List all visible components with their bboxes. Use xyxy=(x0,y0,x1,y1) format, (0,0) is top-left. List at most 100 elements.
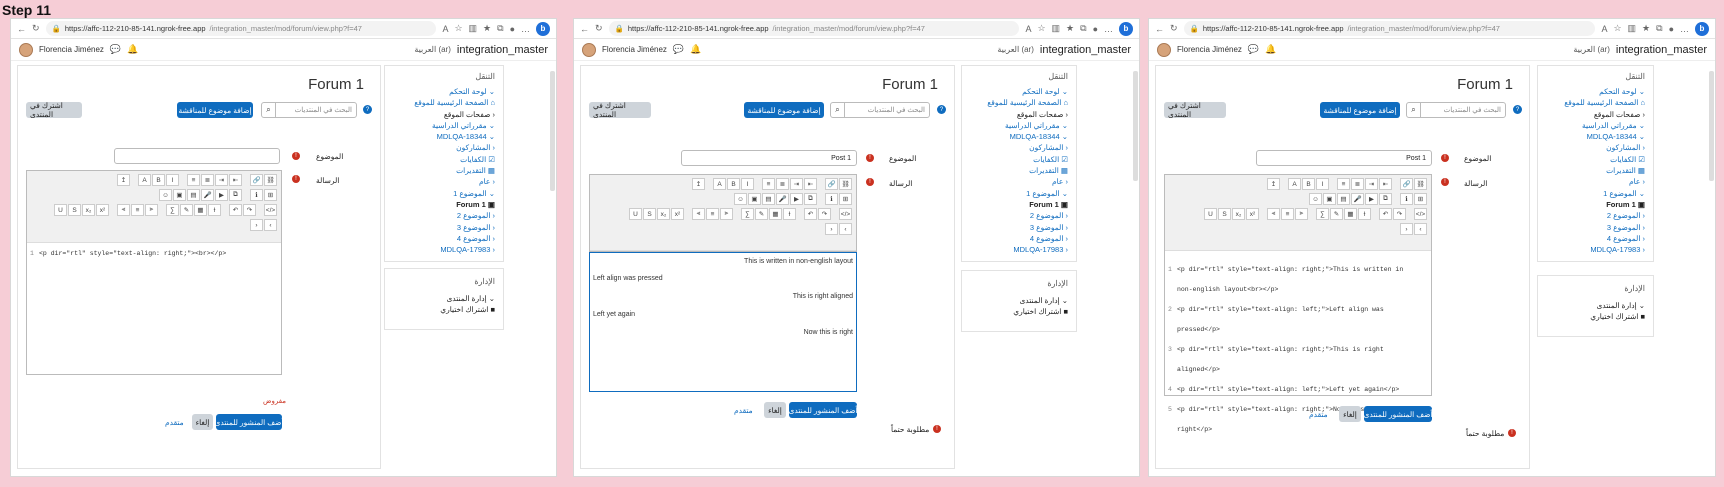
edit-icon[interactable]: ✎ xyxy=(755,208,768,220)
content-line[interactable]: Left yet again xyxy=(593,311,635,318)
more-icon[interactable]: … xyxy=(1680,24,1689,34)
microphone-icon[interactable]: 🎤 xyxy=(201,189,214,201)
more-icon[interactable]: … xyxy=(1104,24,1113,34)
italic-icon[interactable]: I xyxy=(166,174,179,186)
nav-item[interactable]: الموضوع 3 › xyxy=(987,222,1068,233)
bing-icon[interactable]: b xyxy=(536,21,550,36)
user-name[interactable]: Florencia Jiménez xyxy=(39,45,104,54)
chevron-left-icon[interactable]: ‹ xyxy=(264,219,277,231)
font-size-icon[interactable]: A xyxy=(138,174,151,186)
nav-item[interactable]: الموضوع 1 ⌄ xyxy=(1564,188,1645,199)
read-aloud-icon[interactable]: A xyxy=(442,24,448,34)
site-name[interactable]: integration_master xyxy=(1616,44,1707,56)
superscript-icon[interactable]: x² xyxy=(96,204,109,216)
indent-icon[interactable]: ⇥ xyxy=(790,178,803,190)
copy-icon[interactable]: ⧉ xyxy=(229,189,242,201)
nav-item[interactable]: MDLQA-17983 › xyxy=(1564,244,1645,255)
subscript-icon[interactable]: x₂ xyxy=(657,208,670,220)
source-line[interactable]: pressed</p> xyxy=(1177,326,1220,333)
subscribe-button[interactable]: اشترك في المنتدى xyxy=(589,101,651,119)
content-line[interactable]: Now this is right xyxy=(804,329,853,336)
add-topic-button[interactable]: إضافة موضوع للمناقشة xyxy=(744,102,824,118)
align-left-icon[interactable]: ⫷ xyxy=(692,208,705,220)
nav-item[interactable]: صفحات الموقع › xyxy=(414,109,495,120)
chevron-left-icon[interactable]: ‹ xyxy=(1414,223,1427,235)
align-center-icon[interactable]: ≡ xyxy=(1281,208,1294,220)
numbered-list-icon[interactable]: ≣ xyxy=(201,174,214,186)
source-line[interactable]: non-english layout<br></p> xyxy=(1177,286,1278,293)
subscript-icon[interactable]: x₂ xyxy=(82,204,95,216)
url-field[interactable]: 🔒 https://affc-112-210-85-141.ngrok-free.… xyxy=(1183,21,1596,36)
favorite-icon[interactable]: ☆ xyxy=(454,23,462,34)
media-icon[interactable]: ▤ xyxy=(762,193,775,205)
source-code-view[interactable]: 1 <p dir="rtl" style="text-align: right;"… xyxy=(1168,255,1403,455)
nav-item[interactable]: المشاركون › xyxy=(414,142,495,153)
help-icon[interactable]: ? xyxy=(1513,105,1522,114)
nav-item[interactable]: الموضوع 2 › xyxy=(987,210,1068,221)
subscribe-button[interactable]: اشترك في المنتدى xyxy=(1164,101,1226,119)
nav-item[interactable]: المشاركون › xyxy=(1564,142,1645,153)
table-icon[interactable]: ▦ xyxy=(769,208,782,220)
language-menu[interactable]: العربية (ar) xyxy=(1573,45,1610,54)
add-topic-button[interactable]: إضافة موضوع للمناقشة xyxy=(177,102,253,118)
nav-item[interactable]: الموضوع 2 › xyxy=(414,210,495,221)
redo-icon[interactable]: ↷ xyxy=(243,204,256,216)
admin-item[interactable]: اشتراك اختياري ■ xyxy=(1590,311,1645,322)
back-icon[interactable]: ← xyxy=(17,24,26,34)
avatar[interactable] xyxy=(19,42,33,57)
edit-icon[interactable]: ✎ xyxy=(1330,208,1343,220)
grid-icon[interactable]: ⊞ xyxy=(264,189,277,201)
messages-icon[interactable]: 💬 xyxy=(1248,44,1259,55)
help-icon[interactable]: ? xyxy=(937,105,946,114)
indent-icon[interactable]: ⇥ xyxy=(215,174,228,186)
link-icon[interactable]: 🔗 xyxy=(825,178,838,190)
html-icon[interactable]: </> xyxy=(839,208,852,220)
clear-format-icon[interactable]: Ɨ xyxy=(1358,208,1371,220)
user-name[interactable]: Florencia Jiménez xyxy=(602,45,667,54)
scrollbar[interactable] xyxy=(1709,71,1714,181)
microphone-icon[interactable]: 🎤 xyxy=(776,193,789,205)
refresh-icon[interactable]: ↻ xyxy=(1170,23,1178,34)
admin-item[interactable]: اشتراك اختياري ■ xyxy=(440,304,495,315)
cancel-button[interactable]: إلغاء xyxy=(192,414,213,430)
nav-item[interactable]: الكفايات ☑ xyxy=(1564,154,1645,165)
nav-item[interactable]: الموضوع 1 ⌄ xyxy=(987,188,1068,199)
underline-icon[interactable]: U xyxy=(1204,208,1217,220)
chevron-left-icon[interactable]: ‹ xyxy=(839,223,852,235)
read-aloud-icon[interactable]: A xyxy=(1025,24,1031,34)
link-icon[interactable]: 🔗 xyxy=(1400,178,1413,190)
collections-icon[interactable]: ⧉ xyxy=(497,23,503,34)
profile-icon[interactable]: ● xyxy=(510,24,515,34)
nav-item[interactable]: الموضوع 3 › xyxy=(1564,222,1645,233)
split-screen-icon[interactable]: ▥ xyxy=(1628,23,1637,34)
bing-icon[interactable]: b xyxy=(1119,21,1133,36)
subject-input[interactable]: Post 1 xyxy=(681,150,857,166)
chevron-down-icon[interactable]: ↥ xyxy=(1267,178,1280,190)
nav-item[interactable]: الصفحة الرئيسية للموقع ⌂ xyxy=(414,97,495,108)
chevron-down-icon[interactable]: ↥ xyxy=(692,178,705,190)
search-input[interactable]: البحث في المنتديات xyxy=(276,106,356,114)
nav-item[interactable]: التقديرات ▦ xyxy=(1564,165,1645,176)
back-icon[interactable]: ← xyxy=(580,24,589,34)
html-icon[interactable]: </> xyxy=(264,204,277,216)
post-to-forum-button[interactable]: أضف المنشور للمنتدى xyxy=(1364,406,1433,422)
align-left-icon[interactable]: ⫷ xyxy=(117,204,130,216)
subscript-icon[interactable]: x₂ xyxy=(1232,208,1245,220)
search-input[interactable]: البحث في المنتديات xyxy=(845,106,929,114)
grid-icon[interactable]: ⊞ xyxy=(1414,193,1427,205)
notifications-icon[interactable]: 🔔 xyxy=(127,44,138,55)
source-line[interactable]: <p dir="rtl" style="text-align: left;">L… xyxy=(1177,386,1399,393)
chevron-right-icon[interactable]: › xyxy=(825,223,838,235)
nav-item[interactable]: الصفحة الرئيسية للموقع ⌂ xyxy=(987,97,1068,108)
cancel-button[interactable]: إلغاء xyxy=(1339,406,1361,422)
unlink-icon[interactable]: ⛓ xyxy=(1414,178,1427,190)
nav-item[interactable]: الموضوع 4 › xyxy=(1564,233,1645,244)
scrollbar[interactable] xyxy=(1133,71,1138,181)
nav-item[interactable]: المشاركون › xyxy=(987,142,1068,153)
source-line[interactable]: aligned</p> xyxy=(1177,366,1220,373)
nav-item[interactable]: MDLQA-18344 ⌄ xyxy=(1564,131,1645,142)
video-icon[interactable]: ▶ xyxy=(215,189,228,201)
image-icon[interactable]: ▣ xyxy=(748,193,761,205)
post-to-forum-button[interactable]: أضف المنشور للمنتدى xyxy=(215,414,284,430)
media-icon[interactable]: ▤ xyxy=(187,189,200,201)
